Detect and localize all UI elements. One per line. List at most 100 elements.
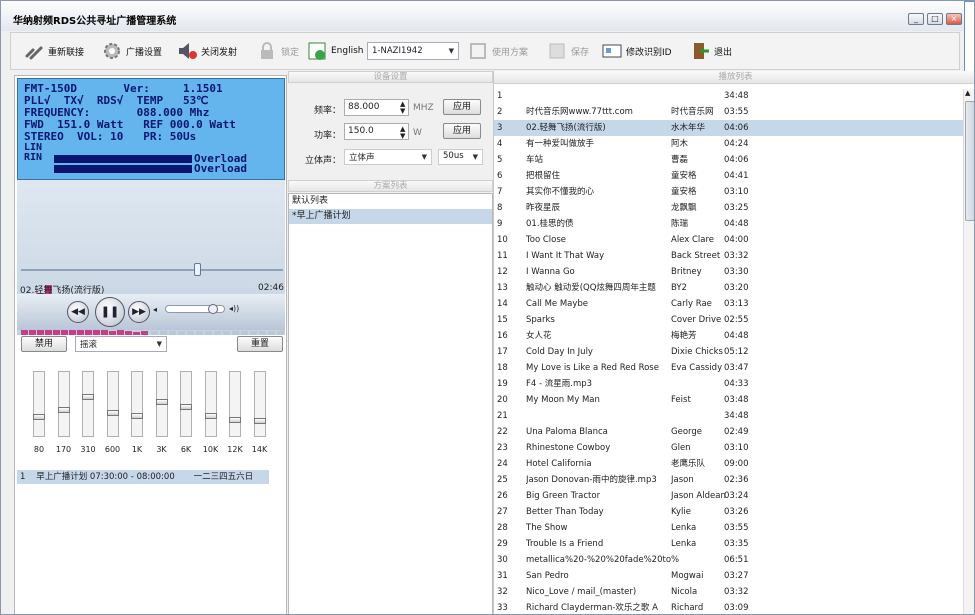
shutdown-transmit-button[interactable]: 关闭发射 <box>176 33 237 69</box>
eq-slider[interactable] <box>204 371 217 437</box>
seek-handle[interactable] <box>194 263 202 276</box>
stereo-select[interactable]: 立体声 ▼ <box>344 149 432 165</box>
playlist-row[interactable]: 2 时代音乐网www.77ttt.com 时代音乐网 03:55 <box>494 104 964 120</box>
eq-slider-knob[interactable] <box>180 404 192 411</box>
playlist-row[interactable]: 6 把根留住 童安格 04:41 <box>494 168 964 184</box>
broadcast-settings-button[interactable]: 广播设置 <box>101 33 162 69</box>
playlist-row[interactable]: 29 Trouble Is a Friend Lenka 03:35 <box>494 536 964 552</box>
schedule-row[interactable]: 1 早上广播计划 07:30:00 - 08:00:00 一二三四五六日 <box>17 470 269 484</box>
playlist-row[interactable]: 17 Cold Day In July Dixie Chicks 05:12 <box>494 344 964 360</box>
playlist-row[interactable]: 27 Better Than Today Kylie 03:26 <box>494 504 964 520</box>
frequency-apply-button[interactable]: 应用 <box>443 99 481 115</box>
scheme-item[interactable]: *早上广播计划 <box>289 209 492 224</box>
eq-slider[interactable] <box>33 371 45 437</box>
playlist-artist: Alex Clare <box>671 235 715 245</box>
playlist-duration: 03:35 <box>724 539 749 549</box>
playlist-scrollbar[interactable]: ▲ <box>963 89 974 614</box>
playlist-row[interactable]: 9 01.桂思的债 陈瑞 04:48 <box>494 216 964 232</box>
lcd-line-3: FREQUENCY: 088.000 Mhz <box>24 107 210 119</box>
save-button[interactable]: 保存 <box>546 33 589 69</box>
playlist-duration: 34:48 <box>724 91 749 101</box>
playlist-row[interactable]: 23 Rhinestone Cowboy Glen 03:10 <box>494 440 964 456</box>
modify-id-button[interactable]: 修改识别ID <box>601 33 672 69</box>
scroll-up-icon[interactable]: ▲ <box>965 89 970 97</box>
maximize-button[interactable]: □ <box>927 13 943 25</box>
eq-slider[interactable] <box>106 371 119 437</box>
preemphasis-select[interactable]: 50us ▼ <box>438 149 483 165</box>
eq-slider-knob[interactable] <box>82 394 94 401</box>
pause-button[interactable]: ❚❚ <box>95 297 125 327</box>
playlist-row[interactable]: 19 F4 - 流星雨.mp3 04:33 <box>494 376 964 392</box>
power-apply-button[interactable]: 应用 <box>443 123 481 139</box>
playlist-row[interactable]: 25 Jason Donovan-雨中的旋律.mp3 Jason 02:36 <box>494 472 964 488</box>
playlist-row[interactable]: 22 Una Paloma Blanca George 02:49 <box>494 424 964 440</box>
eq-slider-knob[interactable] <box>57 406 70 413</box>
eq-preset-select[interactable]: 摇滚 ▼ <box>75 336 167 352</box>
eq-slider[interactable] <box>131 371 143 437</box>
playlist-row[interactable]: 3 02.轻舞飞扬(流行版) 水木年华 04:06 <box>494 120 964 136</box>
eq-slider-knob[interactable] <box>204 412 217 419</box>
eq-slider[interactable] <box>180 371 192 437</box>
playlist-row[interactable]: 14 Call Me Maybe Carly Rae 03:13 <box>494 296 964 312</box>
eq-slider[interactable] <box>57 371 70 437</box>
eq-slider[interactable] <box>82 371 94 437</box>
eq-slider-knob[interactable] <box>155 398 168 405</box>
playlist-index: 7 <box>497 187 503 197</box>
playlist-row[interactable]: 21 34:48 <box>494 408 964 424</box>
playlist-row[interactable]: 18 My Love is Like a Red Red Rose Eva Cass… <box>494 360 964 376</box>
playlist-row[interactable]: 11 I Want It That Way Back Street 03:32 <box>494 248 964 264</box>
lock-button[interactable]: 锁定 <box>256 33 299 69</box>
spectrum-bar <box>214 331 221 335</box>
eq-slider[interactable] <box>253 371 266 437</box>
eq-band-label: 310 <box>80 445 96 454</box>
playlist-row[interactable]: 15 Sparks Cover Drive 02:55 <box>494 312 964 328</box>
reconnect-button[interactable]: 重新联接 <box>23 33 84 69</box>
playlist-row[interactable]: 26 Big Green Tractor Jason Aldean 03:24 <box>494 488 964 504</box>
eq-slider[interactable] <box>155 371 168 437</box>
playlist-title: F4 - 流星雨.mp3 <box>526 379 593 389</box>
playlist-row[interactable]: 32 Nico_Love / mail_(master) Nicola 03:32 <box>494 584 964 600</box>
english-button[interactable]: English <box>306 33 364 69</box>
playlist-row[interactable]: 24 Hotel California 老鹰乐队 09:00 <box>494 456 964 472</box>
seek-track[interactable] <box>21 269 283 271</box>
playlist-row[interactable]: 4 有一种爱叫做放手 阿木 04:24 <box>494 136 964 152</box>
power-spinner-icon[interactable]: ▲ ▼ <box>400 126 405 140</box>
playlist-row[interactable]: 13 触动心 触动爱(QQ炫舞四周年主题 BY2 03:20 <box>494 280 964 296</box>
playlist-row[interactable]: 30 metallica%20-%20%20fade%20to% 06:51 <box>494 552 964 568</box>
playlist-row[interactable]: 12 I Wanna Go Britney 03:30 <box>494 264 964 280</box>
volume-slider[interactable] <box>165 304 225 314</box>
playlist-row[interactable]: 10 Too Close Alex Clare 04:00 <box>494 232 964 248</box>
scrollbar-thumb[interactable] <box>965 101 974 221</box>
eq-slider-knob[interactable] <box>229 417 241 424</box>
eq-slider-knob[interactable] <box>33 413 45 420</box>
exit-button[interactable]: 退出 <box>689 33 732 69</box>
frequency-spinner-icon[interactable]: ▲ ▼ <box>400 101 405 115</box>
english-label: English <box>331 46 364 56</box>
playlist-row[interactable]: 28 The Show Lenka 03:55 <box>494 520 964 536</box>
previous-button[interactable]: ◀◀ <box>67 301 89 323</box>
eq-slider-knob[interactable] <box>253 418 266 425</box>
playlist-row[interactable]: 8 昨夜星辰 龙飘飘 03:25 <box>494 200 964 216</box>
playlist-row[interactable]: 20 My Moon My Man Feist 03:48 <box>494 392 964 408</box>
playlist-row[interactable]: 1 34:48 <box>494 88 964 104</box>
eq-slider-knob[interactable] <box>106 410 119 417</box>
eq-disable-button[interactable]: 禁用 <box>21 336 67 352</box>
playlist-row[interactable]: 33 Richard Clayderman-欢乐之歌 A Richard 03:09 <box>494 600 964 614</box>
scheme-item[interactable]: 默认列表 <box>289 194 492 209</box>
minimize-button[interactable]: _ <box>908 13 924 25</box>
playlist-duration: 03:27 <box>724 571 749 581</box>
device-select[interactable]: 1-NAZI1942 ▼ <box>367 42 459 60</box>
volume-handle[interactable] <box>208 304 218 314</box>
eq-slider-knob[interactable] <box>131 412 143 419</box>
eq-slider[interactable] <box>229 371 241 437</box>
playlist-row[interactable]: 16 女人花 梅艳芳 04:48 <box>494 328 964 344</box>
use-scheme-button[interactable]: 使用方案 <box>467 33 528 69</box>
close-button[interactable]: × <box>946 13 962 25</box>
rin-level-bar <box>54 165 192 173</box>
playlist-row[interactable]: 5 车站 曹磊 04:06 <box>494 152 964 168</box>
playlist-duration: 03:26 <box>724 507 749 517</box>
next-button[interactable]: ▶▶ <box>128 301 150 323</box>
playlist-row[interactable]: 31 San Pedro Mogwai 03:27 <box>494 568 964 584</box>
playlist-row[interactable]: 7 其实你不懂我的心 童安格 03:10 <box>494 184 964 200</box>
eq-reset-button[interactable]: 重置 <box>237 336 283 352</box>
